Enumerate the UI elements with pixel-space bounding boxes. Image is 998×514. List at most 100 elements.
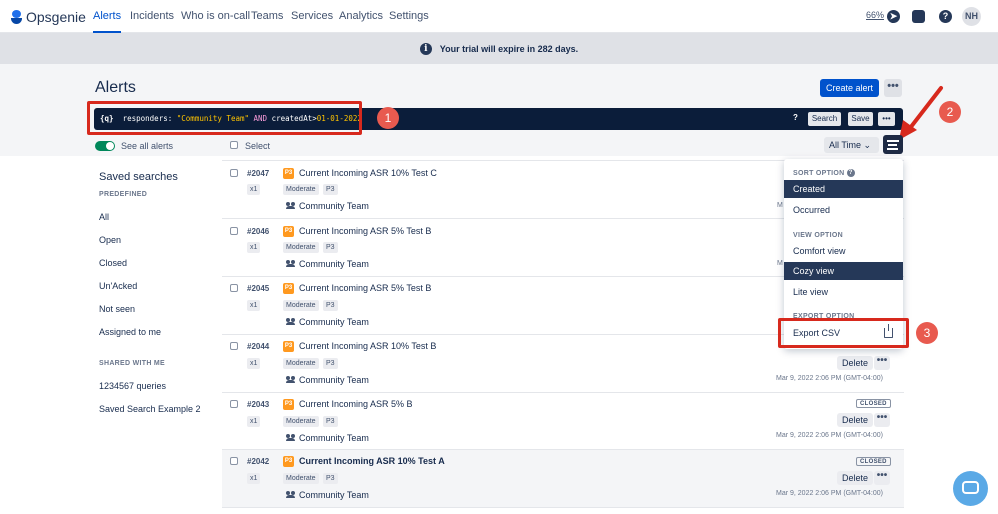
nav-settings[interactable]: Settings	[389, 0, 429, 33]
saved-search-all[interactable]: All	[99, 212, 109, 222]
opsgenie-logo[interactable]: Opsgenie	[11, 8, 86, 26]
nav-teams[interactable]: Teams	[251, 0, 283, 33]
select-all-checkbox[interactable]	[230, 141, 238, 149]
alert-team[interactable]: Community Team	[299, 201, 369, 211]
alert-tag[interactable]: P3	[323, 242, 338, 253]
sort-occurred[interactable]: Occurred	[784, 201, 903, 219]
chat-support-button[interactable]	[953, 471, 988, 506]
top-nav: Opsgenie Alerts Incidents Who is on-call…	[0, 0, 998, 33]
row-more-button[interactable]: •••	[874, 471, 890, 485]
annotation-1: 1	[377, 107, 399, 129]
alert-id[interactable]: #2046	[247, 227, 269, 236]
alert-tag[interactable]: Moderate	[283, 416, 319, 427]
saved-search-closed[interactable]: Closed	[99, 258, 127, 268]
nav-analytics[interactable]: Analytics	[339, 0, 383, 33]
alert-tag[interactable]: P3	[323, 184, 338, 195]
compass-icon[interactable]: ➤	[887, 10, 900, 23]
alert-id[interactable]: #2044	[247, 342, 269, 351]
alert-checkbox[interactable]	[230, 342, 238, 350]
alert-checkbox[interactable]	[230, 457, 238, 465]
row-more-button[interactable]: •••	[874, 413, 890, 427]
alert-team[interactable]: Community Team	[299, 317, 369, 327]
alert-id[interactable]: #2042	[247, 457, 269, 466]
sort-created[interactable]: Created	[784, 180, 903, 198]
alert-tag[interactable]: Moderate	[283, 300, 319, 311]
alert-tag[interactable]: Moderate	[283, 242, 319, 253]
alert-tag[interactable]: P3	[323, 300, 338, 311]
alert-title[interactable]: Current Incoming ASR 10% Test A	[299, 456, 445, 466]
alert-count: x1	[247, 416, 261, 427]
priority-badge: P3	[283, 226, 294, 237]
alert-title[interactable]: Current Incoming ASR 10% Test C	[299, 168, 437, 178]
alert-team[interactable]: Community Team	[299, 259, 369, 269]
time-range-select[interactable]: All Time ⌄	[824, 137, 879, 153]
search-button[interactable]: Search	[808, 112, 841, 126]
delete-button[interactable]: Delete	[837, 471, 874, 485]
view-options-button[interactable]	[883, 135, 903, 154]
alert-time: Mar 9, 2022 2:06 PM (GMT-04:00)	[776, 432, 883, 439]
priority-badge: P3	[283, 399, 294, 410]
nav-incidents[interactable]: Incidents	[130, 0, 174, 33]
select-label: Select	[245, 141, 271, 151]
create-alert-button[interactable]: Create alert	[820, 79, 879, 97]
team-icon	[286, 491, 296, 498]
view-lite[interactable]: Lite view	[784, 283, 903, 301]
nav-who-is-on-call[interactable]: Who is on-call	[181, 0, 250, 33]
alert-team[interactable]: Community Team	[299, 375, 369, 385]
saved-search-assigned[interactable]: Assigned to me	[99, 327, 161, 337]
saved-searches-title: Saved searches	[99, 171, 178, 183]
alert-tag[interactable]: P3	[323, 358, 338, 369]
query-help-button[interactable]: ?	[793, 113, 798, 122]
save-button[interactable]: Save	[848, 112, 873, 126]
view-comfort[interactable]: Comfort view	[784, 242, 903, 260]
chat-icon	[962, 481, 979, 494]
alert-time: M	[777, 202, 783, 209]
see-all-toggle[interactable]	[95, 141, 115, 151]
filter-icon-line	[887, 148, 898, 150]
help-icon[interactable]: ?	[939, 10, 952, 23]
alert-tag[interactable]: P3	[323, 473, 338, 484]
sort-help-icon[interactable]: ?	[846, 169, 855, 177]
alert-checkbox[interactable]	[230, 284, 238, 292]
alert-id[interactable]: #2045	[247, 284, 269, 293]
alert-checkbox[interactable]	[230, 169, 238, 177]
alert-team[interactable]: Community Team	[299, 433, 369, 443]
saved-search-unacked[interactable]: Un'Acked	[99, 281, 137, 291]
alert-title[interactable]: Current Incoming ASR 10% Test B	[299, 341, 436, 351]
saved-search-shared-2[interactable]: Saved Search Example 2	[99, 404, 201, 414]
apps-icon[interactable]	[912, 10, 925, 23]
progress-percent[interactable]: 66%	[866, 10, 884, 20]
annotation-3: 3	[916, 322, 938, 344]
view-cozy[interactable]: Cozy view	[784, 262, 903, 280]
alert-checkbox[interactable]	[230, 400, 238, 408]
view-option-header: VIEW OPTION	[793, 232, 843, 239]
alert-title[interactable]: Current Incoming ASR 5% Test B	[299, 226, 431, 236]
alert-count: x1	[247, 184, 261, 195]
team-icon	[286, 260, 296, 267]
saved-search-open[interactable]: Open	[99, 235, 121, 245]
alert-tag[interactable]: Moderate	[283, 473, 319, 484]
team-icon	[286, 434, 296, 441]
alert-checkbox[interactable]	[230, 227, 238, 235]
alert-tag[interactable]: Moderate	[283, 184, 319, 195]
alert-id[interactable]: #2047	[247, 169, 269, 178]
alert-time: M	[777, 260, 783, 267]
delete-button[interactable]: Delete	[837, 413, 874, 427]
nav-alerts[interactable]: Alerts	[93, 0, 122, 33]
query-more-button[interactable]: •••	[878, 112, 895, 126]
row-more-button[interactable]: •••	[874, 356, 890, 370]
saved-search-shared-1[interactable]: 1234567 queries	[99, 381, 166, 391]
alert-title[interactable]: Current Incoming ASR 5% Test B	[299, 283, 431, 293]
alert-team[interactable]: Community Team	[299, 490, 369, 500]
filter-icon-line	[888, 144, 897, 146]
priority-badge: P3	[283, 341, 294, 352]
avatar[interactable]: NH	[962, 7, 981, 26]
alert-time: Mar 9, 2022 2:06 PM (GMT-04:00)	[776, 490, 883, 497]
saved-search-not-seen[interactable]: Not seen	[99, 304, 135, 314]
alert-tag[interactable]: Moderate	[283, 358, 319, 369]
alert-tag[interactable]: P3	[323, 416, 338, 427]
alert-id[interactable]: #2043	[247, 400, 269, 409]
nav-services[interactable]: Services	[291, 0, 333, 33]
alert-title[interactable]: Current Incoming ASR 5% B	[299, 399, 413, 409]
delete-button[interactable]: Delete	[837, 356, 874, 370]
